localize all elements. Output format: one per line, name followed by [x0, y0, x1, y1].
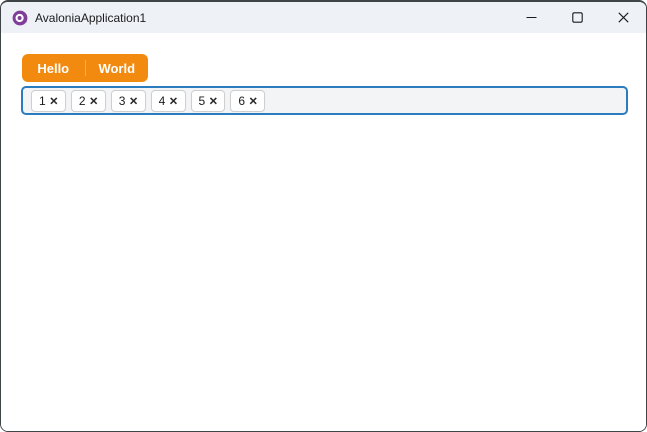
- chip[interactable]: 2 ×: [70, 89, 106, 112]
- tab-world[interactable]: World: [86, 54, 149, 82]
- minimize-icon: [526, 16, 536, 19]
- chip-remove-icon[interactable]: ×: [249, 93, 257, 107]
- chip-label: 6: [238, 93, 246, 108]
- tag-box[interactable]: 1 × 2 × 3 × 4 × 5 × 6 ×: [21, 86, 628, 115]
- chip-remove-icon[interactable]: ×: [50, 93, 58, 107]
- window-content: Hello World 1 × 2 × 3 × 4 × 5 × 6 ×: [1, 33, 646, 431]
- chip[interactable]: 5 ×: [190, 89, 226, 112]
- avalonia-logo-icon: [12, 10, 28, 25]
- maximize-button[interactable]: [554, 2, 600, 33]
- chip-remove-icon[interactable]: ×: [209, 93, 217, 107]
- chip-label: 3: [118, 93, 126, 108]
- chip-remove-icon[interactable]: ×: [90, 93, 98, 107]
- window-title: AvaloniaApplication1: [35, 10, 147, 25]
- close-icon: [617, 12, 629, 23]
- chip[interactable]: 4 ×: [150, 89, 186, 112]
- close-button[interactable]: [600, 2, 646, 33]
- maximize-icon: [571, 12, 583, 23]
- chip-remove-icon[interactable]: ×: [169, 93, 177, 107]
- app-window: AvaloniaApplication1 Hello World 1 × 2 ×…: [0, 0, 647, 432]
- chip[interactable]: 6 ×: [230, 89, 266, 112]
- caption-buttons: [508, 2, 646, 33]
- tab-strip: Hello World: [22, 54, 148, 82]
- window-titlebar[interactable]: AvaloniaApplication1: [1, 2, 646, 33]
- chip-label: 4: [158, 93, 166, 108]
- chip-label: 5: [198, 93, 206, 108]
- chip-label: 2: [78, 93, 86, 108]
- chip-remove-icon[interactable]: ×: [129, 93, 137, 107]
- minimize-button[interactable]: [508, 2, 554, 33]
- chip[interactable]: 3 ×: [110, 89, 146, 112]
- chip-label: 1: [39, 93, 46, 108]
- chip[interactable]: 1 ×: [31, 89, 66, 112]
- tab-hello[interactable]: Hello: [22, 54, 85, 82]
